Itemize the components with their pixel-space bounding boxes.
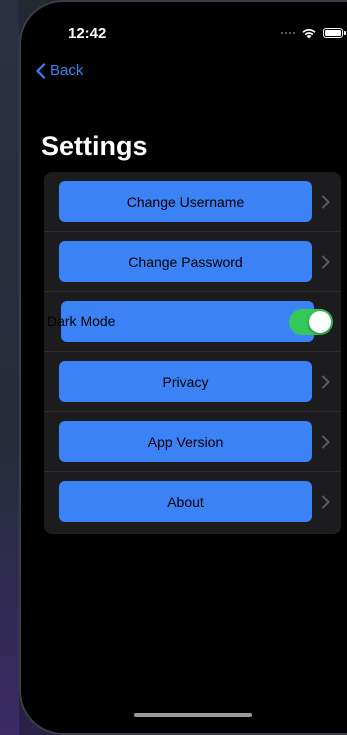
status-icons <box>281 24 346 42</box>
change-password-button[interactable]: Change Password <box>59 241 312 282</box>
settings-list: Change Username Change Password Dark Mod… <box>44 172 341 534</box>
about-label: About <box>167 493 204 510</box>
back-button[interactable]: Back <box>35 62 83 79</box>
home-indicator[interactable] <box>134 713 252 717</box>
chevron-left-icon <box>36 62 46 79</box>
about-button[interactable]: About <box>59 481 312 522</box>
page-title: Settings <box>41 131 148 161</box>
chevron-right-icon <box>322 375 330 389</box>
phone-screen: 12:42 Back Settings Change Username Chan… <box>19 0 347 735</box>
app-version-label: App Version <box>147 433 224 450</box>
settings-row-change-username: Change Username <box>44 172 341 232</box>
settings-row-about: About <box>44 472 341 532</box>
wifi-icon <box>302 28 316 39</box>
status-bar: 12:42 <box>19 0 347 60</box>
toggle-knob <box>309 311 331 333</box>
side-backdrop <box>0 0 19 735</box>
status-time: 12:42 <box>68 25 107 42</box>
settings-row-dark-mode: Dark Mode <box>44 292 341 352</box>
cellular-signal-icon <box>281 32 295 34</box>
battery-icon <box>323 28 346 38</box>
settings-row-privacy: Privacy <box>44 352 341 412</box>
settings-row-change-password: Change Password <box>44 232 341 292</box>
app-version-button[interactable]: App Version <box>59 421 312 462</box>
back-label: Back <box>50 62 84 79</box>
dark-mode-label: Dark Mode <box>47 313 116 329</box>
change-username-label: Change Username <box>126 193 245 210</box>
change-username-button[interactable]: Change Username <box>59 181 312 222</box>
chevron-right-icon <box>322 435 330 449</box>
privacy-button[interactable]: Privacy <box>59 361 312 402</box>
change-password-label: Change Password <box>128 253 243 270</box>
chevron-right-icon <box>322 195 330 209</box>
privacy-label: Privacy <box>162 373 209 390</box>
chevron-right-icon <box>322 495 330 509</box>
chevron-right-icon <box>322 255 330 269</box>
dark-mode-toggle[interactable] <box>289 309 333 335</box>
settings-row-app-version: App Version <box>44 412 341 472</box>
dark-mode-row: Dark Mode <box>47 301 333 342</box>
